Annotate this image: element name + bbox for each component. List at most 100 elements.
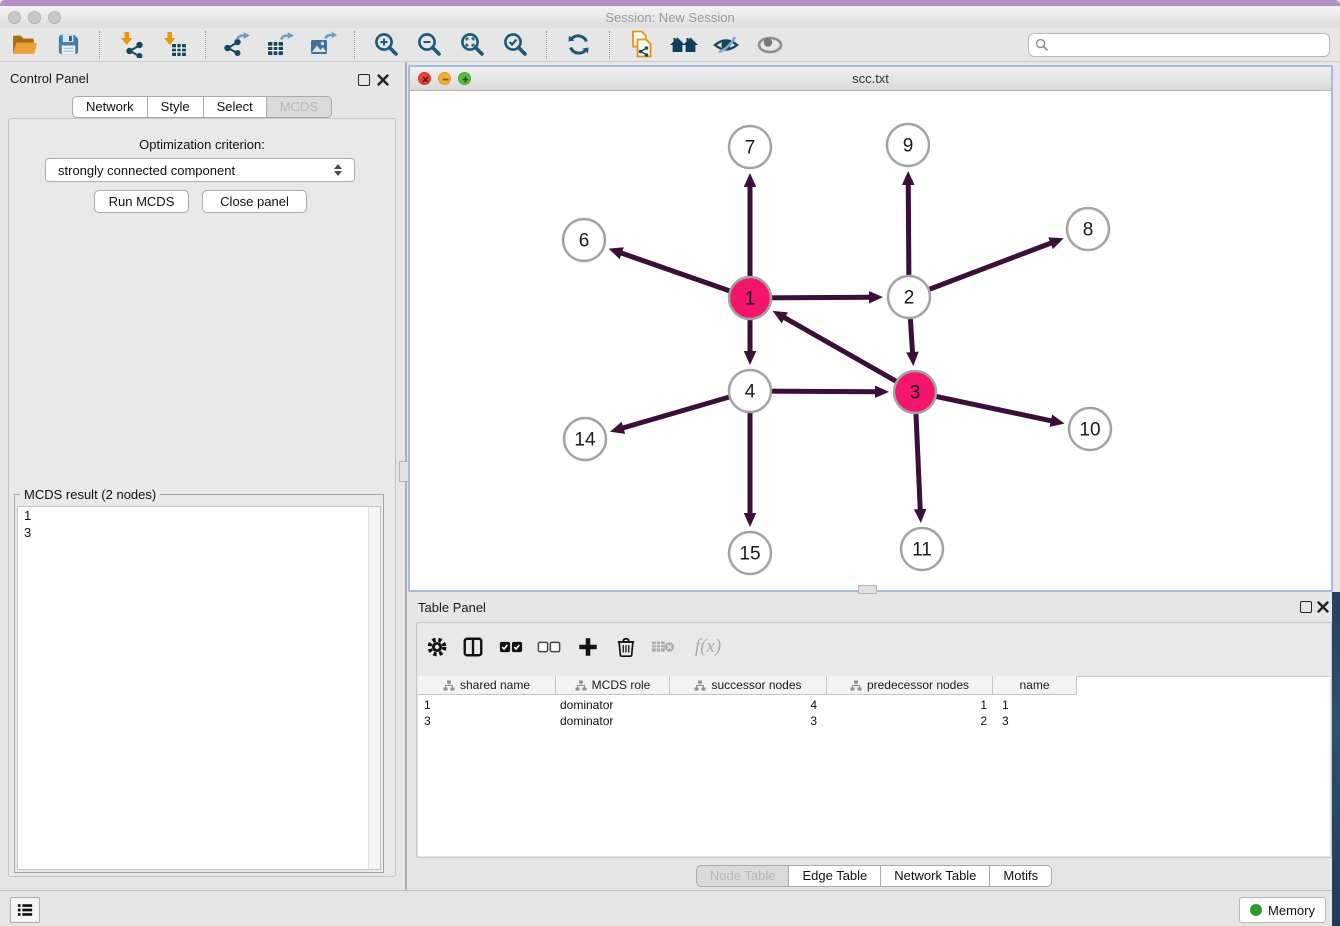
hierarchy-icon (443, 680, 455, 691)
hierarchy-icon (850, 680, 862, 691)
show-panels-icon[interactable] (755, 30, 785, 60)
status-bar (0, 890, 1340, 926)
graph-node-2[interactable]: 2 (888, 276, 930, 318)
toolbar-separator (99, 31, 100, 59)
cell-mcds-role[interactable]: dominator (560, 714, 665, 730)
search-icon (1035, 38, 1049, 52)
split-columns-icon[interactable] (457, 632, 489, 662)
tab-edge-table[interactable]: Edge Table (788, 865, 881, 887)
svg-text:3: 3 (910, 383, 921, 404)
zoom-in-icon[interactable] (371, 30, 401, 60)
tab-network-table[interactable]: Network Table (880, 865, 990, 887)
graph-node-11[interactable]: 11 (901, 528, 943, 570)
delete-column-icon[interactable] (610, 632, 642, 662)
network-canvas[interactable]: 7 9 6 8 1 2 4 3 14 10 15 11 (410, 91, 1331, 590)
column-header-name[interactable]: name (993, 676, 1077, 695)
zoom-selected-icon[interactable] (500, 30, 530, 60)
cell-successor-nodes[interactable]: 3 (700, 714, 817, 730)
close-panel-button[interactable]: Close panel (202, 190, 307, 213)
search-box[interactable] (1028, 33, 1330, 57)
graph-edge-1-6[interactable] (609, 247, 750, 298)
mcds-result-item: 1 (18, 507, 380, 524)
main-toolbar (0, 28, 1340, 62)
svg-text:2: 2 (904, 288, 915, 309)
optimization-criterion-label: Optimization criterion: (8, 137, 396, 152)
graph-node-4[interactable]: 4 (729, 370, 771, 412)
svg-text:7: 7 (745, 138, 756, 159)
criterion-value: strongly connected component (58, 163, 235, 178)
add-column-icon[interactable] (572, 632, 604, 662)
graph-node-9[interactable]: 9 (887, 124, 929, 166)
network-window-titlebar[interactable]: scc.txt (410, 67, 1331, 91)
control-panel-tabs: Network Style Select MCDS (8, 96, 396, 118)
graph-node-15[interactable]: 15 (729, 532, 771, 574)
desktop-background (1332, 592, 1340, 926)
table-panel-float-icon[interactable] (1300, 601, 1312, 613)
table-panel-title: Table Panel (418, 600, 486, 615)
tab-select[interactable]: Select (203, 96, 267, 118)
memory-button[interactable]: Memory (1239, 897, 1326, 923)
export-image-icon[interactable] (308, 30, 338, 60)
network-graph: 7 9 6 8 1 2 4 3 14 10 15 11 (410, 91, 1331, 590)
export-network-icon[interactable] (222, 30, 252, 60)
list-icon (16, 902, 34, 918)
graph-node-1[interactable]: 1 (729, 277, 771, 319)
graph-edge-3-10[interactable] (915, 392, 1065, 427)
memory-label: Memory (1268, 903, 1315, 918)
column-header-predecessor-nodes[interactable]: predecessor nodes (827, 676, 993, 695)
cell-name[interactable]: 3 (1002, 714, 1072, 730)
cell-successor-nodes[interactable]: 4 (700, 698, 817, 714)
task-history-button[interactable] (10, 897, 40, 923)
table-settings-icon[interactable] (421, 632, 453, 662)
cell-predecessor-nodes[interactable]: 2 (870, 714, 987, 730)
tab-style[interactable]: Style (147, 96, 204, 118)
column-header-mcds-role[interactable]: MCDS role (556, 676, 670, 695)
control-panel-title: Control Panel (10, 71, 89, 86)
tab-network[interactable]: Network (72, 96, 148, 118)
import-network-icon[interactable] (116, 30, 146, 60)
hide-panels-icon[interactable] (712, 30, 742, 60)
search-input[interactable] (1049, 37, 1323, 53)
run-mcds-button[interactable]: Run MCDS (94, 190, 189, 213)
tab-mcds[interactable]: MCDS (266, 96, 332, 118)
control-panel-close-icon[interactable] (377, 73, 389, 85)
graph-node-8[interactable]: 8 (1067, 208, 1109, 250)
toolbar-separator (546, 31, 547, 59)
window-title: Session: New Session (0, 10, 1340, 25)
tab-motifs[interactable]: Motifs (989, 865, 1052, 887)
refresh-layout-icon[interactable] (563, 30, 593, 60)
graph-edge-2-8[interactable] (909, 237, 1064, 297)
control-panel-float-icon[interactable] (358, 74, 370, 86)
tab-node-table[interactable]: Node Table (696, 865, 790, 887)
cell-name[interactable]: 1 (1002, 698, 1072, 714)
table-panel-close-icon[interactable] (1317, 600, 1329, 612)
result-scrollbar[interactable] (368, 507, 380, 869)
column-header-successor-nodes[interactable]: successor nodes (670, 676, 827, 695)
column-header-shared-name[interactable]: shared name (418, 676, 556, 695)
svg-text:15: 15 (739, 544, 760, 565)
deselect-all-columns-icon[interactable] (533, 632, 565, 662)
mcds-result-list[interactable]: 1 3 (17, 506, 381, 870)
import-table-icon[interactable] (159, 30, 189, 60)
save-session-icon[interactable] (53, 30, 83, 60)
graph-node-7[interactable]: 7 (729, 126, 771, 168)
graph-node-6[interactable]: 6 (563, 219, 605, 261)
cell-shared-name[interactable]: 1 (424, 698, 544, 714)
horizontal-splitter-grip[interactable] (858, 585, 877, 594)
graph-node-3[interactable]: 3 (894, 371, 936, 413)
open-session-icon[interactable] (10, 30, 40, 60)
select-all-columns-icon[interactable] (495, 632, 527, 662)
graph-node-14[interactable]: 14 (564, 418, 606, 460)
graph-node-10[interactable]: 10 (1069, 408, 1111, 450)
export-table-icon[interactable] (265, 30, 295, 60)
cell-mcds-role[interactable]: dominator (560, 698, 665, 714)
cell-shared-name[interactable]: 3 (424, 714, 544, 730)
zoom-fit-icon[interactable] (457, 30, 487, 60)
zoom-out-icon[interactable] (414, 30, 444, 60)
cell-predecessor-nodes[interactable]: 1 (870, 698, 987, 714)
copy-network-icon[interactable] (626, 30, 656, 60)
go-home-icon[interactable] (669, 30, 699, 60)
graph-edge-3-1[interactable] (773, 311, 915, 392)
criterion-select[interactable]: strongly connected component (45, 158, 355, 182)
select-stepper-icon (334, 164, 342, 176)
